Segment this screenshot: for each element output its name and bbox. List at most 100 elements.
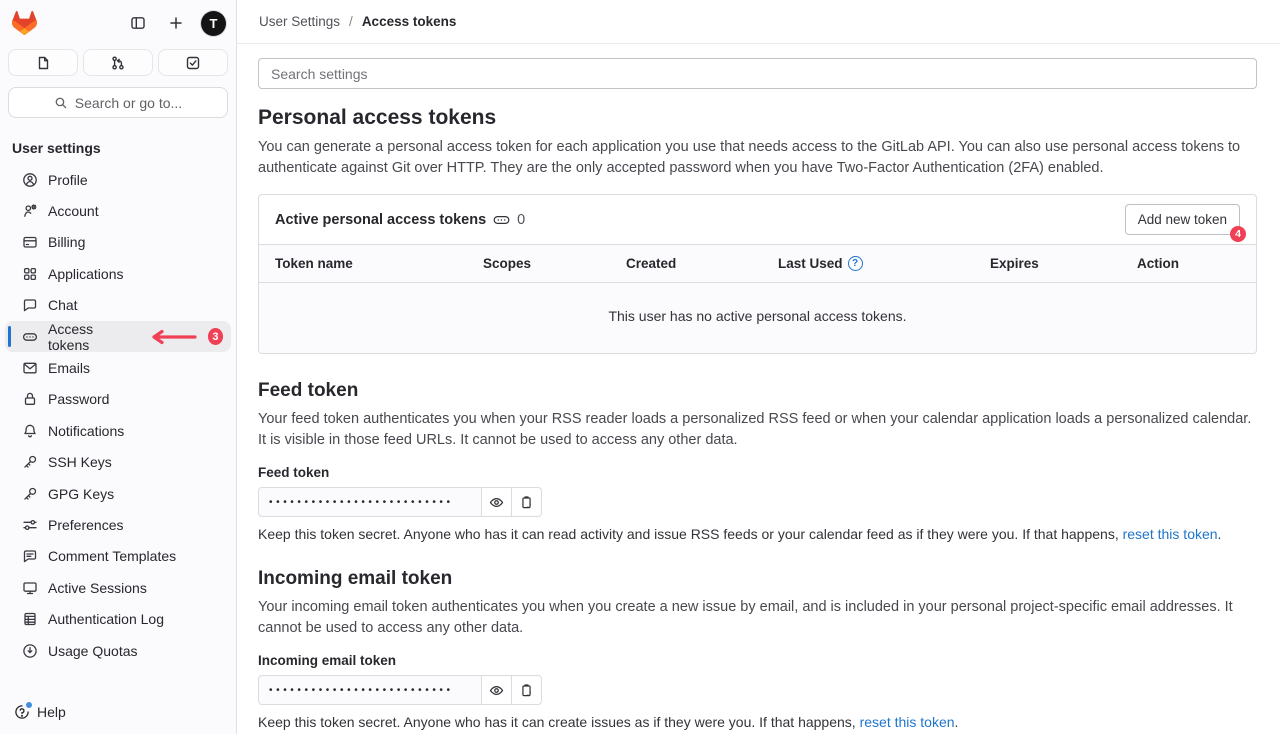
sidebar-item-authentication-log[interactable]: Authentication Log (5, 603, 231, 634)
key-icon (22, 486, 38, 502)
sidebar-nav: Profile Account Billing Applications Cha… (0, 164, 236, 692)
add-new-token-button[interactable]: Add new token 4 (1125, 204, 1240, 235)
feed-token-field[interactable]: •••••••••••••••••••••••••• (258, 487, 482, 517)
copy-icon (519, 683, 534, 698)
sidebar-item-label: Applications (48, 266, 124, 282)
chat-icon (22, 297, 38, 313)
avatar[interactable]: T (201, 11, 226, 36)
sidebar-item-label: Emails (48, 360, 90, 376)
reset-email-token-link[interactable]: reset this token (860, 714, 955, 730)
empty-state-message: This user has no active personal access … (259, 283, 1256, 353)
incoming-email-token-title: Incoming email token (258, 568, 1257, 590)
sidebar-item-label: Password (48, 391, 109, 407)
sidebar-item-preferences[interactable]: Preferences (5, 509, 231, 540)
sidebar-item-gpg-keys[interactable]: GPG Keys (5, 478, 231, 509)
help-label: Help (37, 704, 66, 720)
sidebar-item-label: Chat (48, 297, 78, 313)
incoming-email-token-label: Incoming email token (258, 653, 1257, 668)
sidebar-item-label: Access tokens (48, 321, 129, 353)
sidebar-item-account[interactable]: Account (5, 195, 231, 226)
app-window: T Search or go to... User settings Profi… (0, 0, 1280, 734)
sidebar-item-label: Account (48, 203, 99, 219)
help-button[interactable]: Help (0, 692, 236, 734)
active-tokens-card: Active personal access tokens 0 Add new … (258, 194, 1257, 354)
sidebar-item-label: GPG Keys (48, 486, 114, 502)
issues-shortcut-button[interactable] (8, 49, 78, 76)
sliders-icon (22, 517, 38, 533)
feed-token-description: Your feed token authenticates you when y… (258, 409, 1257, 450)
reveal-feed-token-button[interactable] (482, 487, 512, 517)
reset-feed-token-link[interactable]: reset this token (1123, 526, 1218, 542)
last-used-help-icon[interactable]: ? (848, 256, 863, 271)
card-title-text: Active personal access tokens (275, 212, 486, 228)
sidebar-item-password[interactable]: Password (5, 384, 231, 415)
sidebar-item-active-sessions[interactable]: Active Sessions (5, 572, 231, 603)
settings-search-input[interactable] (258, 58, 1257, 89)
annotation-badge: 4 (1230, 226, 1246, 242)
comment-template-icon (22, 548, 38, 564)
feed-token-title: Feed token (258, 380, 1257, 402)
sidebar-item-chat[interactable]: Chat (5, 290, 231, 321)
sidebar-item-notifications[interactable]: Notifications (5, 415, 231, 446)
billing-icon (22, 234, 38, 250)
masked-token-value: •••••••••••••••••••••••••• (269, 497, 454, 508)
sidebar-item-label: Billing (48, 234, 85, 250)
sidebar-item-label: Authentication Log (48, 611, 164, 627)
sidebar-item-label: Preferences (48, 517, 123, 533)
search-or-goto-button[interactable]: Search or go to... (8, 87, 228, 118)
email-icon (22, 360, 38, 376)
token-pill-icon (493, 213, 510, 227)
sidebar-item-usage-quotas[interactable]: Usage Quotas (5, 635, 231, 666)
copy-feed-token-button[interactable] (512, 487, 542, 517)
profile-icon (22, 172, 38, 188)
search-icon (54, 96, 68, 110)
reveal-email-token-button[interactable] (482, 675, 512, 705)
merge-request-shortcut-button[interactable] (83, 49, 153, 76)
log-icon (22, 611, 38, 627)
monitor-icon (22, 580, 38, 596)
gitlab-logo-icon[interactable] (12, 11, 37, 35)
col-scopes: Scopes (483, 256, 626, 271)
sidebar-item-label: Active Sessions (48, 580, 147, 596)
sidebar-toggle-icon[interactable] (125, 10, 151, 36)
incoming-email-token-group: •••••••••••••••••••••••••• (258, 675, 1257, 705)
todo-shortcut-button[interactable] (158, 49, 228, 76)
breadcrumb: User Settings / Access tokens (237, 0, 1280, 44)
search-or-goto-label: Search or go to... (75, 95, 182, 111)
sidebar-item-label: Comment Templates (48, 548, 176, 564)
sidebar-section-title: User settings (0, 118, 236, 164)
help-icon (14, 704, 30, 720)
issues-icon (35, 55, 51, 71)
lock-icon (22, 391, 38, 407)
help-notification-dot (26, 702, 32, 708)
sidebar: T Search or go to... User settings Profi… (0, 0, 237, 734)
breadcrumb-parent[interactable]: User Settings (259, 14, 340, 29)
sidebar-item-billing[interactable]: Billing (5, 227, 231, 258)
breadcrumb-separator: / (349, 14, 353, 29)
plus-icon[interactable] (163, 10, 189, 36)
sidebar-item-label: Usage Quotas (48, 643, 138, 659)
card-title: Active personal access tokens 0 (275, 212, 525, 228)
sidebar-item-applications[interactable]: Applications (5, 258, 231, 289)
copy-email-token-button[interactable] (512, 675, 542, 705)
feed-token-note: Keep this token secret. Anyone who has i… (258, 526, 1257, 542)
annotation-arrow-icon (146, 329, 198, 345)
col-last-used: Last Used ? (778, 256, 990, 271)
quota-icon (22, 643, 38, 659)
main-area: User Settings / Access tokens Personal a… (237, 0, 1280, 734)
token-pill-icon (22, 329, 38, 345)
sidebar-item-emails[interactable]: Emails (5, 352, 231, 383)
col-created: Created (626, 256, 778, 271)
merge-request-icon (110, 55, 126, 71)
incoming-email-token-field[interactable]: •••••••••••••••••••••••••• (258, 675, 482, 705)
col-action: Action (1137, 256, 1240, 271)
pat-description: You can generate a personal access token… (258, 137, 1257, 178)
sidebar-item-comment-templates[interactable]: Comment Templates (5, 541, 231, 572)
sidebar-item-ssh-keys[interactable]: SSH Keys (5, 447, 231, 478)
todo-icon (185, 55, 201, 71)
sidebar-item-profile[interactable]: Profile (5, 164, 231, 195)
settings-content: Personal access tokens You can generate … (237, 44, 1280, 730)
bell-icon (22, 423, 38, 439)
incoming-email-token-description: Your incoming email token authenticates … (258, 597, 1257, 638)
sidebar-item-access-tokens[interactable]: Access tokens 3 (5, 321, 231, 352)
